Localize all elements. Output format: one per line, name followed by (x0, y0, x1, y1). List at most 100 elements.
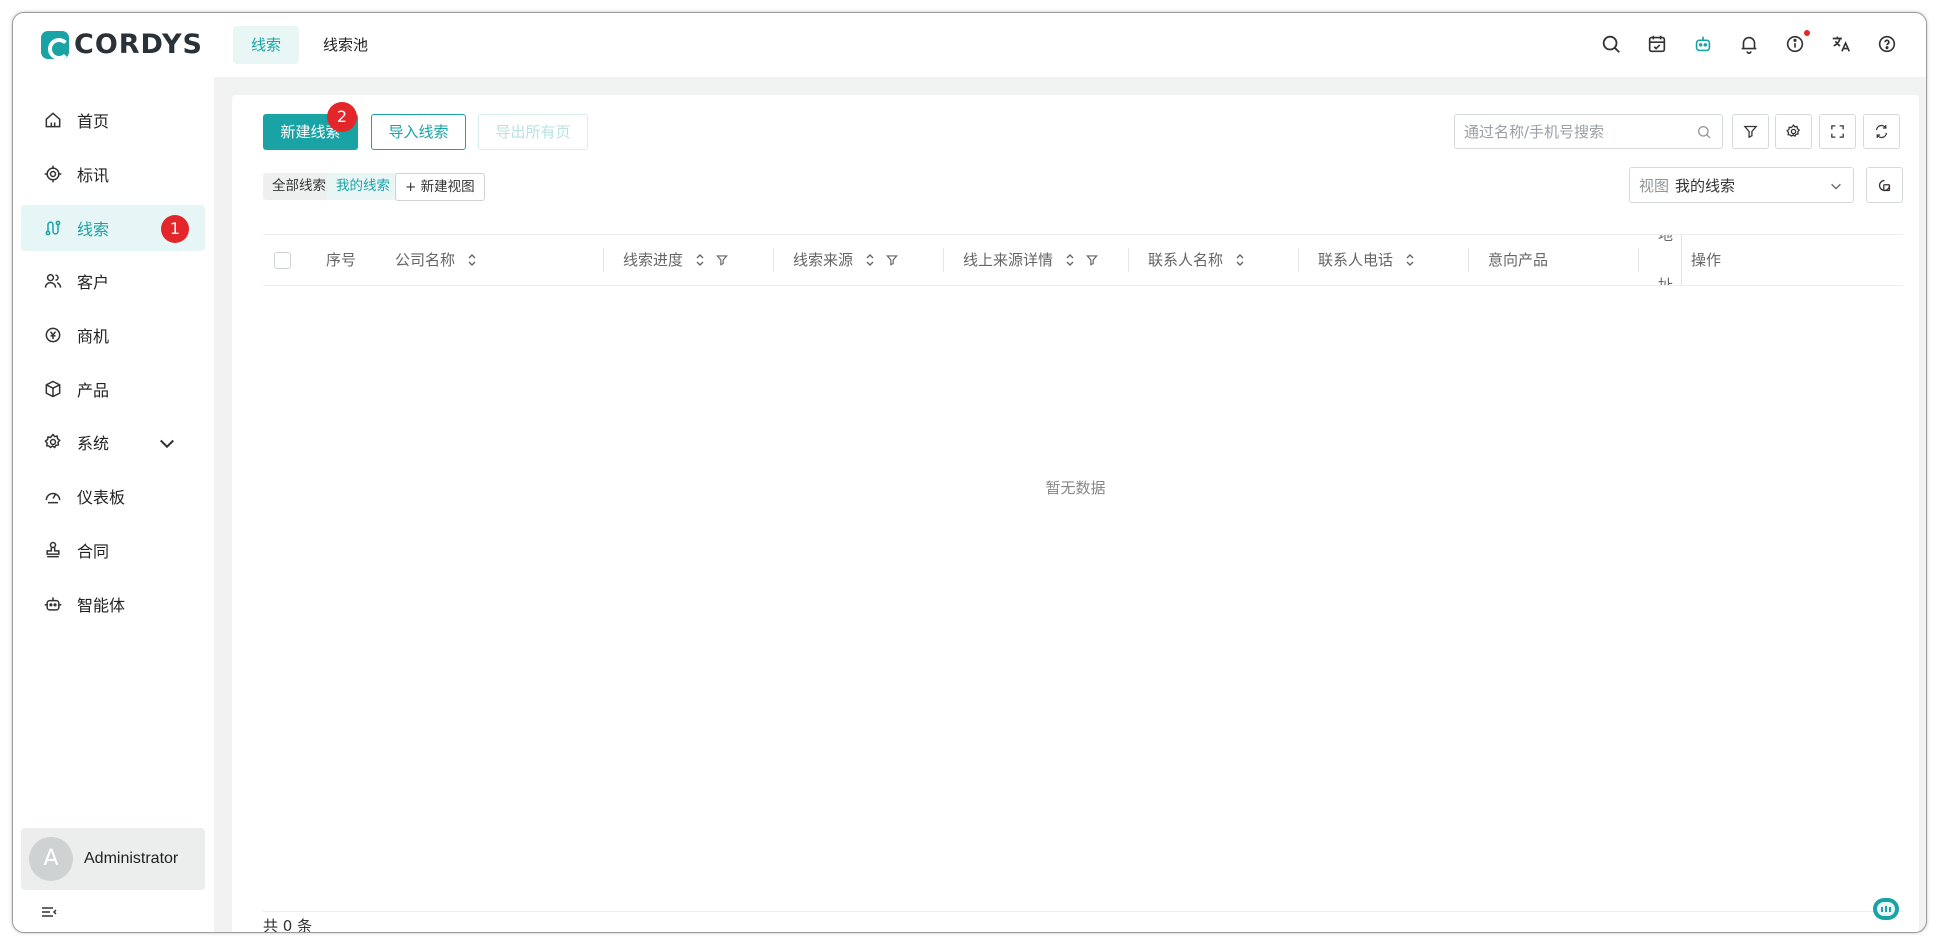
column-separator (603, 248, 604, 272)
column-separator (1638, 248, 1639, 272)
help-icon[interactable] (1876, 33, 1900, 57)
notification-dot (1804, 30, 1810, 36)
select-all-checkbox[interactable] (274, 252, 291, 269)
fullscreen-icon (1831, 125, 1844, 138)
logo[interactable]: CORDYS (41, 29, 203, 60)
column-separator (773, 248, 774, 272)
sidebar-item-contracts[interactable]: 合同 (21, 527, 205, 573)
search-icon[interactable] (1600, 33, 1624, 57)
filter-button[interactable] (1732, 114, 1769, 149)
filter-icon[interactable] (885, 253, 899, 267)
sidebar-item-label: 合同 (77, 542, 110, 561)
refresh-icon (1875, 124, 1888, 139)
filter-icon[interactable] (1085, 253, 1099, 267)
sidebar-item-label: 线索 (77, 220, 110, 239)
column-company[interactable]: 公司名称 (395, 235, 479, 285)
sidebar-item-bids[interactable]: 标讯 (21, 151, 205, 197)
filter-icon (1743, 125, 1758, 139)
home-icon (45, 112, 61, 128)
gear-icon (44, 433, 61, 449)
top-tabs: 线索 线索池 (233, 26, 392, 64)
view-select-label: 视图 (1639, 176, 1670, 195)
sidebar-item-dashboard[interactable]: 仪表板 (21, 473, 205, 519)
step-badge: 1 (161, 215, 189, 243)
filter-icon[interactable] (715, 253, 729, 267)
app-window: CORDYS 线索 线索池 首页 标讯 线索 1 客户 商机 产品 系统 仪表板… (12, 12, 1927, 933)
top-bar: CORDYS 线索 线索池 (13, 13, 1926, 77)
fullscreen-button[interactable] (1819, 114, 1856, 149)
sidebar-item-agents[interactable]: 智能体 (21, 581, 205, 627)
route-icon (45, 220, 61, 236)
column-actions: 操作 (1691, 251, 1722, 269)
search-box (1454, 114, 1723, 149)
top-icons (1578, 30, 1900, 57)
column-address: 地址 (1658, 235, 1674, 285)
dashboard-icon (45, 492, 61, 504)
sidebar: 首页 标讯 线索 1 客户 商机 产品 系统 仪表板 合同 智能体 A Admi… (13, 77, 214, 932)
gear-icon (1786, 124, 1801, 137)
chevron-down-icon (1831, 183, 1841, 190)
column-contact-phone[interactable]: 联系人电话 (1318, 235, 1417, 285)
column-separator (1468, 248, 1469, 272)
column-index: 序号 (326, 251, 357, 269)
sidebar-item-home[interactable]: 首页 (21, 97, 205, 143)
sidebar-item-label: 仪表板 (77, 488, 126, 507)
column-separator (1128, 248, 1129, 272)
stamp-icon (46, 541, 60, 558)
sidebar-item-customers[interactable]: 客户 (21, 258, 205, 304)
column-lead-source[interactable]: 线索来源 (793, 235, 899, 285)
translate-icon[interactable] (1830, 33, 1854, 57)
search-icon[interactable] (1696, 124, 1712, 140)
search-input[interactable] (1455, 115, 1675, 148)
tab-lead-pool[interactable]: 线索池 (305, 26, 386, 64)
column-contact-name[interactable]: 联系人名称 (1148, 235, 1247, 285)
view-select[interactable]: 视图 我的线索 (1629, 167, 1854, 203)
robot-icon[interactable] (1692, 33, 1716, 57)
calendar-icon[interactable] (1646, 33, 1670, 57)
info-icon[interactable] (1784, 30, 1810, 57)
tab-leads[interactable]: 线索 (233, 26, 300, 64)
sort-icon[interactable] (693, 253, 707, 267)
chat-assistant-icon[interactable] (1870, 895, 1902, 923)
table-footer-divider (263, 911, 1903, 912)
sort-icon[interactable] (1233, 253, 1247, 267)
view-select-value: 我的线索 (1675, 176, 1736, 195)
yen-icon (45, 327, 61, 343)
sidebar-item-label: 首页 (77, 112, 110, 131)
settings-button[interactable] (1775, 114, 1812, 149)
export-all-button[interactable]: 导出所有页 (478, 114, 588, 150)
sidebar-item-opportunities[interactable]: 商机 (21, 312, 205, 358)
column-lead-progress[interactable]: 线索进度 (623, 235, 729, 285)
box-icon (45, 380, 61, 398)
user-card[interactable]: A Administrator (21, 828, 205, 890)
column-separator (1298, 248, 1299, 272)
sidebar-item-system[interactable]: 系统 (21, 419, 205, 465)
table-header: 序号 公司名称 线索进度 线索来源 线上来源详情 联系人名称 联系人电话 意向产… (263, 234, 1903, 286)
view-all-leads[interactable]: 全部线索 (263, 173, 335, 200)
users-icon (44, 274, 62, 288)
sidebar-item-label: 智能体 (77, 596, 126, 615)
view-settings-button[interactable] (1866, 167, 1903, 203)
sort-icon[interactable] (863, 253, 877, 267)
chevron-down-icon[interactable] (157, 433, 177, 453)
sidebar-item-products[interactable]: 产品 (21, 366, 205, 412)
bell-icon[interactable] (1738, 33, 1762, 57)
step-badge: 2 (327, 102, 357, 132)
sort-icon[interactable] (1403, 253, 1417, 267)
sidebar-item-label: 系统 (77, 434, 110, 453)
sort-icon[interactable] (465, 253, 479, 267)
total-count: 共 0 条 (263, 917, 313, 933)
sort-icon[interactable] (1063, 253, 1077, 267)
view-my-leads[interactable]: 我的线索 (327, 173, 399, 200)
sidebar-item-leads[interactable]: 线索 1 (21, 205, 205, 251)
collapse-menu-icon[interactable] (41, 905, 57, 919)
import-leads-button[interactable]: 导入线索 (371, 114, 466, 150)
user-name: Administrator (84, 850, 179, 867)
new-view-button[interactable]: + 新建视图 (395, 173, 485, 201)
sidebar-item-label: 产品 (77, 381, 110, 400)
sidebar-item-label: 客户 (77, 273, 110, 292)
column-online-source-detail[interactable]: 线上来源详情 (963, 235, 1099, 285)
sidebar-item-label: 商机 (77, 327, 110, 346)
refresh-button[interactable] (1863, 114, 1900, 149)
column-intended-product: 意向产品 (1488, 251, 1549, 269)
